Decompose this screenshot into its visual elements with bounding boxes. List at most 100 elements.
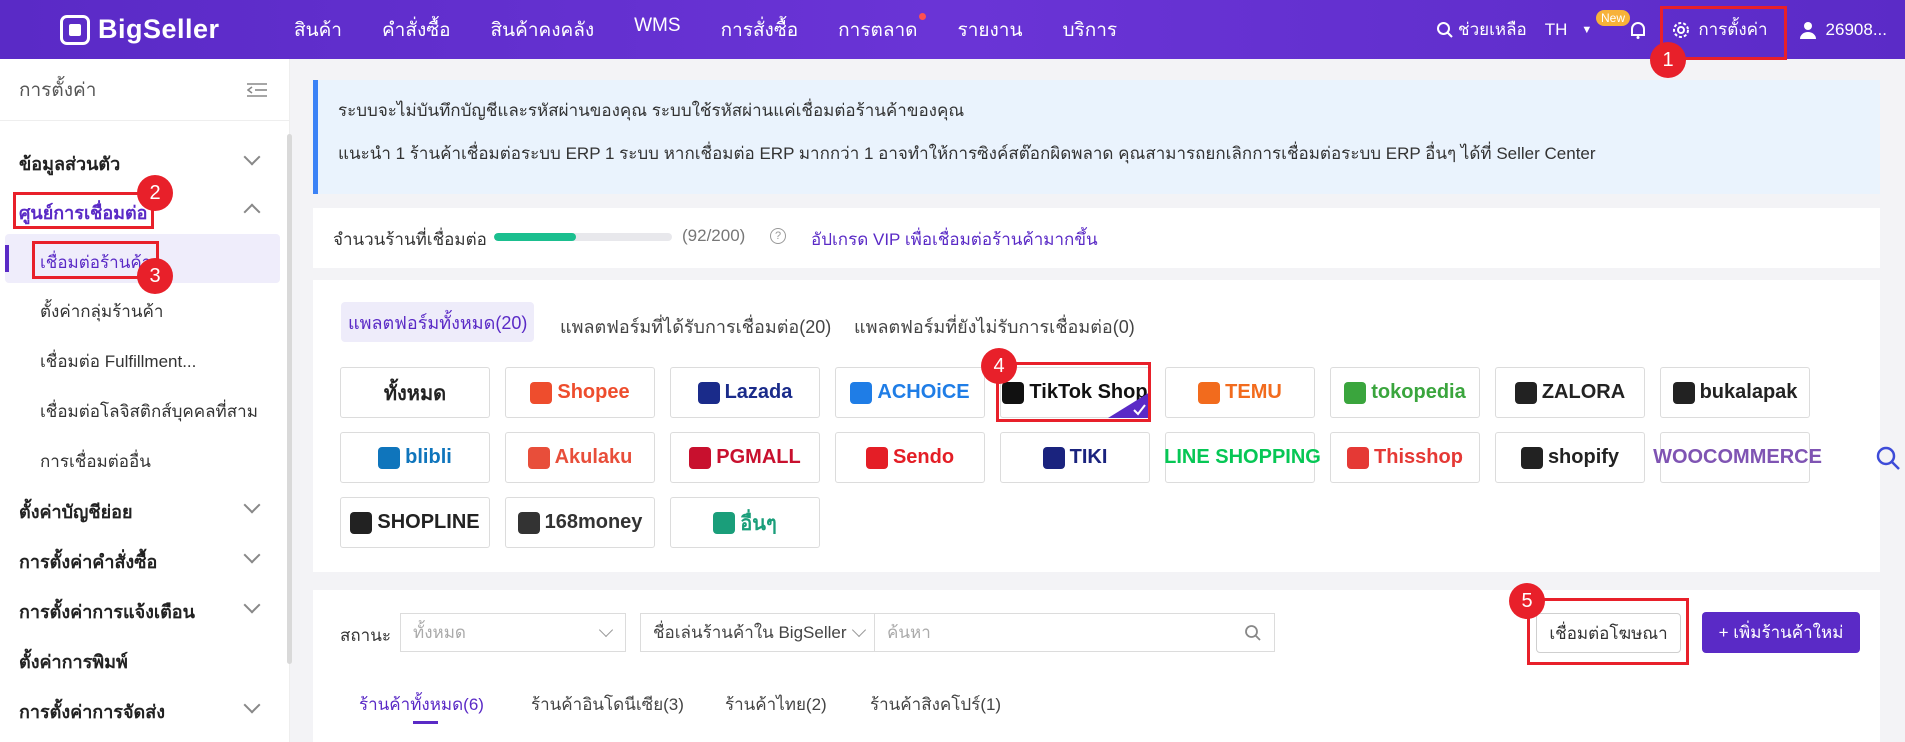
language-select[interactable]: TH ▼ <box>1545 20 1593 40</box>
nav-marketing[interactable]: การตลาด <box>838 12 926 45</box>
shop-count-progress <box>494 233 672 241</box>
step-badge-3: 3 <box>137 258 173 294</box>
platform-logo-icon <box>1520 446 1543 469</box>
platform-logo-icon <box>1514 381 1537 404</box>
highlight-connect-ads <box>1527 598 1689 665</box>
platform-sendo[interactable]: Sendo <box>835 432 985 483</box>
platform-logo-icon <box>697 381 720 404</box>
platform-logo-icon <box>865 446 888 469</box>
nav-services[interactable]: บริการ <box>1062 15 1117 45</box>
nav-inventory[interactable]: สินค้าคงคลัง <box>491 15 595 45</box>
chevron-down-icon <box>598 622 614 638</box>
notification-dot <box>918 12 926 20</box>
tab-all-platforms[interactable]: แพลตฟอร์มทั้งหมด(20) <box>341 302 535 342</box>
platform-ทั้งหมด[interactable]: ทั้งหมด <box>340 367 490 418</box>
notice-line-2: แนะนำ 1 ร้านค้าเชื่อมต่อระบบ ERP 1 ระบบ … <box>338 144 1596 163</box>
platform-akulaku[interactable]: Akulaku <box>505 432 655 483</box>
platform-logo-icon <box>1347 446 1370 469</box>
add-new-shop-button[interactable]: + เพิ่มร้านค้าใหม่ <box>1702 612 1860 653</box>
shop-count-label: จำนวนร้านที่เชื่อมต่อ <box>333 230 487 249</box>
highlight-tiktok-shop <box>996 362 1151 422</box>
help-link[interactable]: ช่วยเหลือ <box>1436 16 1527 43</box>
sidebar-item-print-settings[interactable]: ตั้งค่าการพิมพ์ <box>19 647 128 676</box>
sidebar-item-notification-settings[interactable]: การตั้งค่าการแจ้งเตือน <box>19 597 195 626</box>
step-badge-5: 5 <box>1509 583 1545 619</box>
info-notice: ระบบจะไม่บันทึกบัญชีและรหัสผ่านของคุณ ระ… <box>313 80 1880 194</box>
shop-search-input[interactable]: ค้นหา <box>874 613 1275 652</box>
progress-fill <box>494 233 576 241</box>
platform-zalora[interactable]: ZALORA <box>1495 367 1645 418</box>
sidebar-subitem-other[interactable]: การเชื่อมต่ออื่น <box>40 448 151 475</box>
collapse-menu-icon[interactable] <box>247 82 267 98</box>
sidebar-item-subaccounts[interactable]: ตั้งค่าบัญชีย่อย <box>19 497 133 526</box>
notifications-button[interactable] <box>1628 20 1648 40</box>
platform-blibli[interactable]: blibli <box>340 432 490 483</box>
platform-logo-icon <box>689 446 712 469</box>
sidebar-subitem-3pl[interactable]: เชื่อมต่อโลจิสติกส์บุคคลที่สาม <box>40 398 258 425</box>
search-icon[interactable] <box>1244 624 1262 642</box>
nav-wms[interactable]: WMS <box>634 15 680 45</box>
bigseller-logo[interactable]: BigSeller <box>60 14 230 45</box>
top-navbar: BigSeller สินค้า คำสั่งซื้อ สินค้าคงคลัง… <box>0 0 1905 59</box>
platform-logo-icon <box>378 446 401 469</box>
active-tab-underline <box>413 721 438 724</box>
active-indicator <box>5 245 9 272</box>
sidebar-item-order-settings[interactable]: การตั้งค่าคำสั่งซื้อ <box>19 547 157 576</box>
upgrade-vip-link[interactable]: อัปเกรด VIP เพื่อเชื่อมต่อร้านค้ามากขึ้น <box>811 226 1098 253</box>
main-nav: สินค้า คำสั่งซื้อ สินค้าคงคลัง WMS การสั… <box>294 12 1157 45</box>
platform-tiki[interactable]: TIKI <box>1000 432 1150 483</box>
platform-woocommerce[interactable]: WOOCOMMERCE <box>1653 432 1822 483</box>
platform-shopee[interactable]: Shopee <box>505 367 655 418</box>
sidebar-scrollbar[interactable] <box>287 134 292 664</box>
tab-singapore-shops[interactable]: ร้านค้าสิงคโปร์(1) <box>870 691 1001 718</box>
platform-logo-icon <box>530 381 553 404</box>
platform-lazada[interactable]: Lazada <box>670 367 820 418</box>
platform-168money[interactable]: 168money <box>505 497 655 548</box>
platform-tokopedia[interactable]: tokopedia <box>1330 367 1480 418</box>
user-menu[interactable]: 26908... <box>1798 20 1887 40</box>
nav-purchase[interactable]: การสั่งซื้อ <box>721 15 799 45</box>
step-badge-1: 1 <box>1650 42 1686 78</box>
sidebar-item-shipping-settings[interactable]: การตั้งค่าการจัดส่ง <box>19 697 165 726</box>
tab-thailand-shops[interactable]: ร้านค้าไทย(2) <box>725 691 827 718</box>
platform-achoice[interactable]: ACHOiCE <box>835 367 985 418</box>
step-badge-4: 4 <box>981 348 1017 384</box>
floating-search-icon[interactable] <box>1875 445 1901 471</box>
platform-thisshop[interactable]: Thisshop <box>1330 432 1480 483</box>
platform-pgmall[interactable]: PGMALL <box>670 432 820 483</box>
sidebar-title: การตั้งค่า <box>19 79 97 101</box>
platform-shopify[interactable]: shopify <box>1495 432 1645 483</box>
shop-count-value: (92/200) <box>682 226 746 245</box>
platform-อื่นๆ[interactable]: อื่นๆ <box>670 497 820 548</box>
tab-connected-platforms[interactable]: แพลตฟอร์มที่ได้รับการเชื่อมต่อ(20) <box>560 312 831 341</box>
tab-indonesia-shops[interactable]: ร้านค้าอินโดนีเซีย(3) <box>531 691 684 718</box>
nav-products[interactable]: สินค้า <box>294 15 342 45</box>
sidebar-subitem-shop-group[interactable]: ตั้งค่ากลุ่มร้านค้า <box>40 298 163 325</box>
nav-orders[interactable]: คำสั่งซื้อ <box>382 15 451 45</box>
search-icon <box>1437 21 1453 38</box>
sidebar-subitem-fulfillment[interactable]: เชื่อมต่อ Fulfillment... <box>40 348 196 375</box>
sidebar-item-profile[interactable]: ข้อมูลส่วนตัว <box>19 149 120 178</box>
highlight-connection-center <box>13 192 154 229</box>
platform-bukalapak[interactable]: bukalapak <box>1660 367 1810 418</box>
platform-logo-icon <box>1672 381 1695 404</box>
platform-logo-icon <box>850 381 873 404</box>
platform-shopline[interactable]: SHOPLINE <box>340 497 490 548</box>
shop-name-field-select[interactable]: ชื่อเล่นร้านค้าใน BigSeller <box>640 613 875 652</box>
nav-reports[interactable]: รายงาน <box>958 15 1023 45</box>
status-select[interactable]: ทั้งหมด <box>400 613 626 652</box>
platform-logo-icon <box>1198 381 1221 404</box>
notice-line-1: ระบบจะไม่บันทึกบัญชีและรหัสผ่านของคุณ ระ… <box>338 101 965 120</box>
tab-all-shops[interactable]: ร้านค้าทั้งหมด(6) <box>359 691 484 718</box>
caret-down-icon: ▼ <box>1581 23 1593 36</box>
platform-logo-icon <box>527 446 550 469</box>
help-circle-icon[interactable]: ? <box>770 228 786 244</box>
logo-icon <box>60 14 90 45</box>
platform-temu[interactable]: TEMU <box>1165 367 1315 418</box>
user-icon <box>1799 21 1816 39</box>
platform-logo-icon <box>1042 446 1065 469</box>
platform-logo-icon <box>1344 381 1367 404</box>
platform-line-shopping[interactable]: LINE SHOPPING <box>1164 432 1321 483</box>
bell-icon <box>1631 21 1646 39</box>
tab-unconnected-platforms[interactable]: แพลตฟอร์มที่ยังไม่รับการเชื่อมต่อ(0) <box>854 312 1135 341</box>
